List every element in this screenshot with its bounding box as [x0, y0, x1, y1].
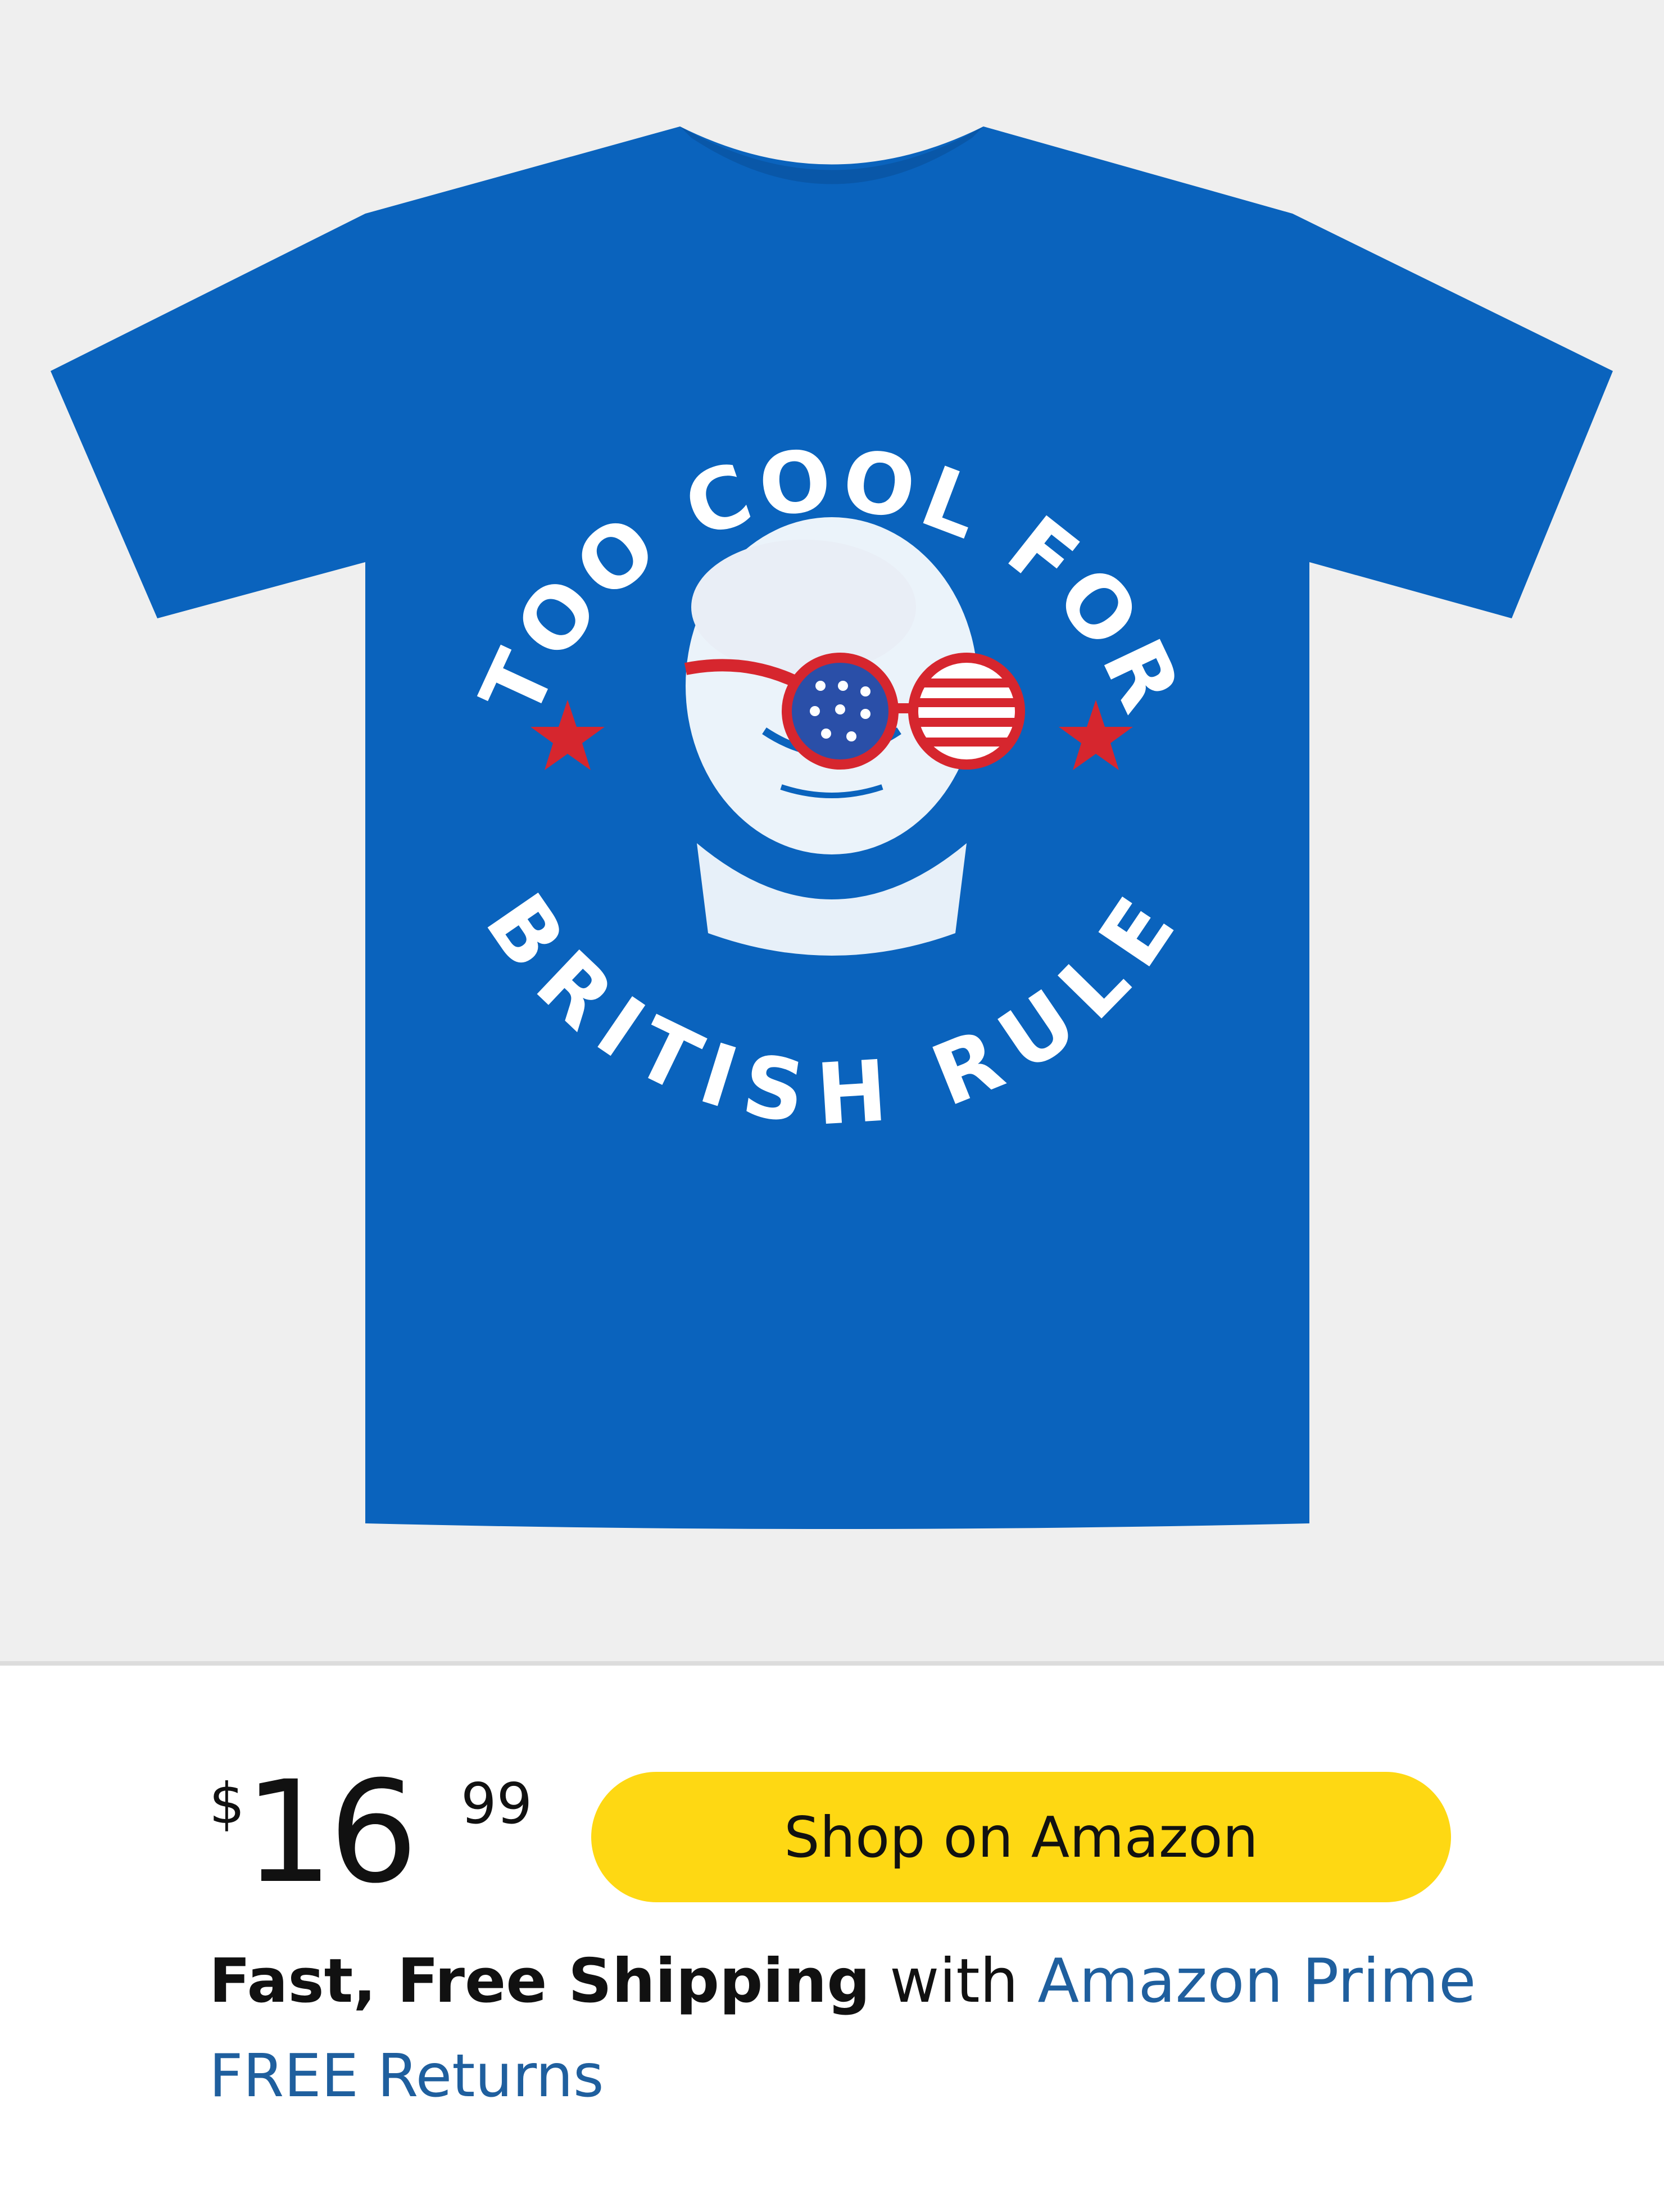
tshirt-image: TOO COOL FOR BRITISH RULE	[51, 126, 1613, 1529]
fast-free-shipping-text: Fast, Free Shipping	[209, 1946, 870, 2016]
price-whole: 16	[244, 1750, 418, 1914]
price-fraction: 99	[461, 1771, 533, 1836]
shipping-with-text: with	[870, 1946, 1038, 2016]
shop-on-amazon-button[interactable]: Shop on Amazon	[591, 1772, 1451, 1902]
product-image[interactable]: TOO COOL FOR BRITISH RULE	[0, 0, 1664, 1661]
amazon-prime-link[interactable]: Amazon Prime	[1037, 1946, 1476, 2016]
free-returns-link[interactable]: FREE Returns	[209, 2041, 604, 2111]
shipping-info: Fast, Free Shipping with Amazon Prime	[209, 1945, 1476, 2018]
price-currency-symbol: $	[209, 1771, 245, 1836]
divider	[0, 1661, 1664, 1666]
